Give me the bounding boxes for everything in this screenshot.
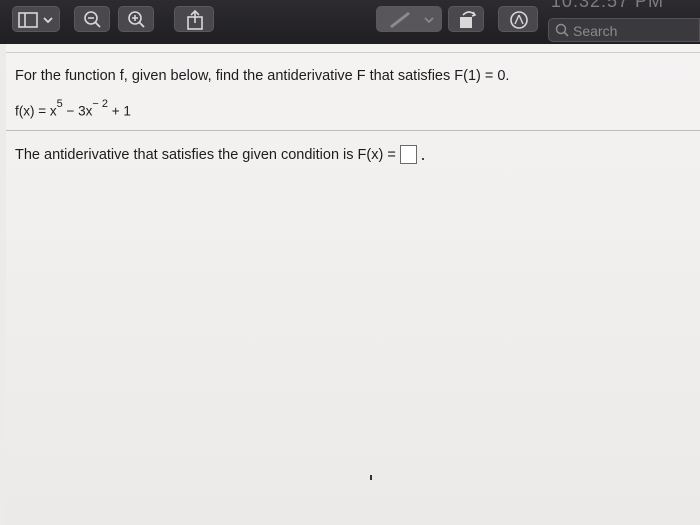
answer-period — [421, 157, 424, 160]
annotate-button[interactable] — [498, 6, 538, 32]
zoom-in-icon — [128, 11, 145, 28]
problem-prompt: For the function f, given below, find th… — [15, 68, 510, 84]
section-divider — [6, 130, 700, 131]
toolbar: 10:32:57 PM Search — [0, 0, 700, 44]
top-rule — [6, 52, 700, 53]
formula-lhs: f(x) = x — [15, 103, 57, 119]
answer-label: The antiderivative that satisfies the gi… — [15, 146, 396, 163]
search-placeholder: Search — [573, 23, 618, 39]
rotate-icon — [460, 11, 477, 28]
answer-input[interactable] — [399, 145, 417, 164]
markup-button[interactable] — [376, 6, 442, 32]
sidebar-toggle-button[interactable] — [12, 6, 60, 32]
search-icon — [555, 23, 569, 37]
formula-exponent-2: − 2 — [92, 98, 109, 110]
markup-icon — [390, 11, 434, 29]
zoom-out-button[interactable] — [74, 6, 110, 32]
share-button[interactable] — [174, 6, 214, 32]
formula-exponent-1: 5 — [56, 98, 63, 110]
clock: 10:32:57 PM — [550, 0, 664, 11]
share-icon — [187, 9, 203, 30]
answer-row: The antiderivative that satisfies the gi… — [15, 145, 424, 164]
sidebar-icon — [18, 12, 53, 28]
search-field[interactable]: Search — [548, 18, 700, 42]
rotate-button[interactable] — [448, 6, 484, 32]
cursor-mark — [370, 475, 372, 480]
formula-tail: + 1 — [108, 103, 131, 119]
zoom-out-icon — [84, 11, 101, 28]
formula-mid: − 3x — [62, 103, 93, 119]
annotate-icon — [510, 11, 528, 29]
zoom-in-button[interactable] — [118, 6, 154, 32]
function-formula: f(x) = x5 − 3x− 2 + 1 — [15, 98, 131, 119]
